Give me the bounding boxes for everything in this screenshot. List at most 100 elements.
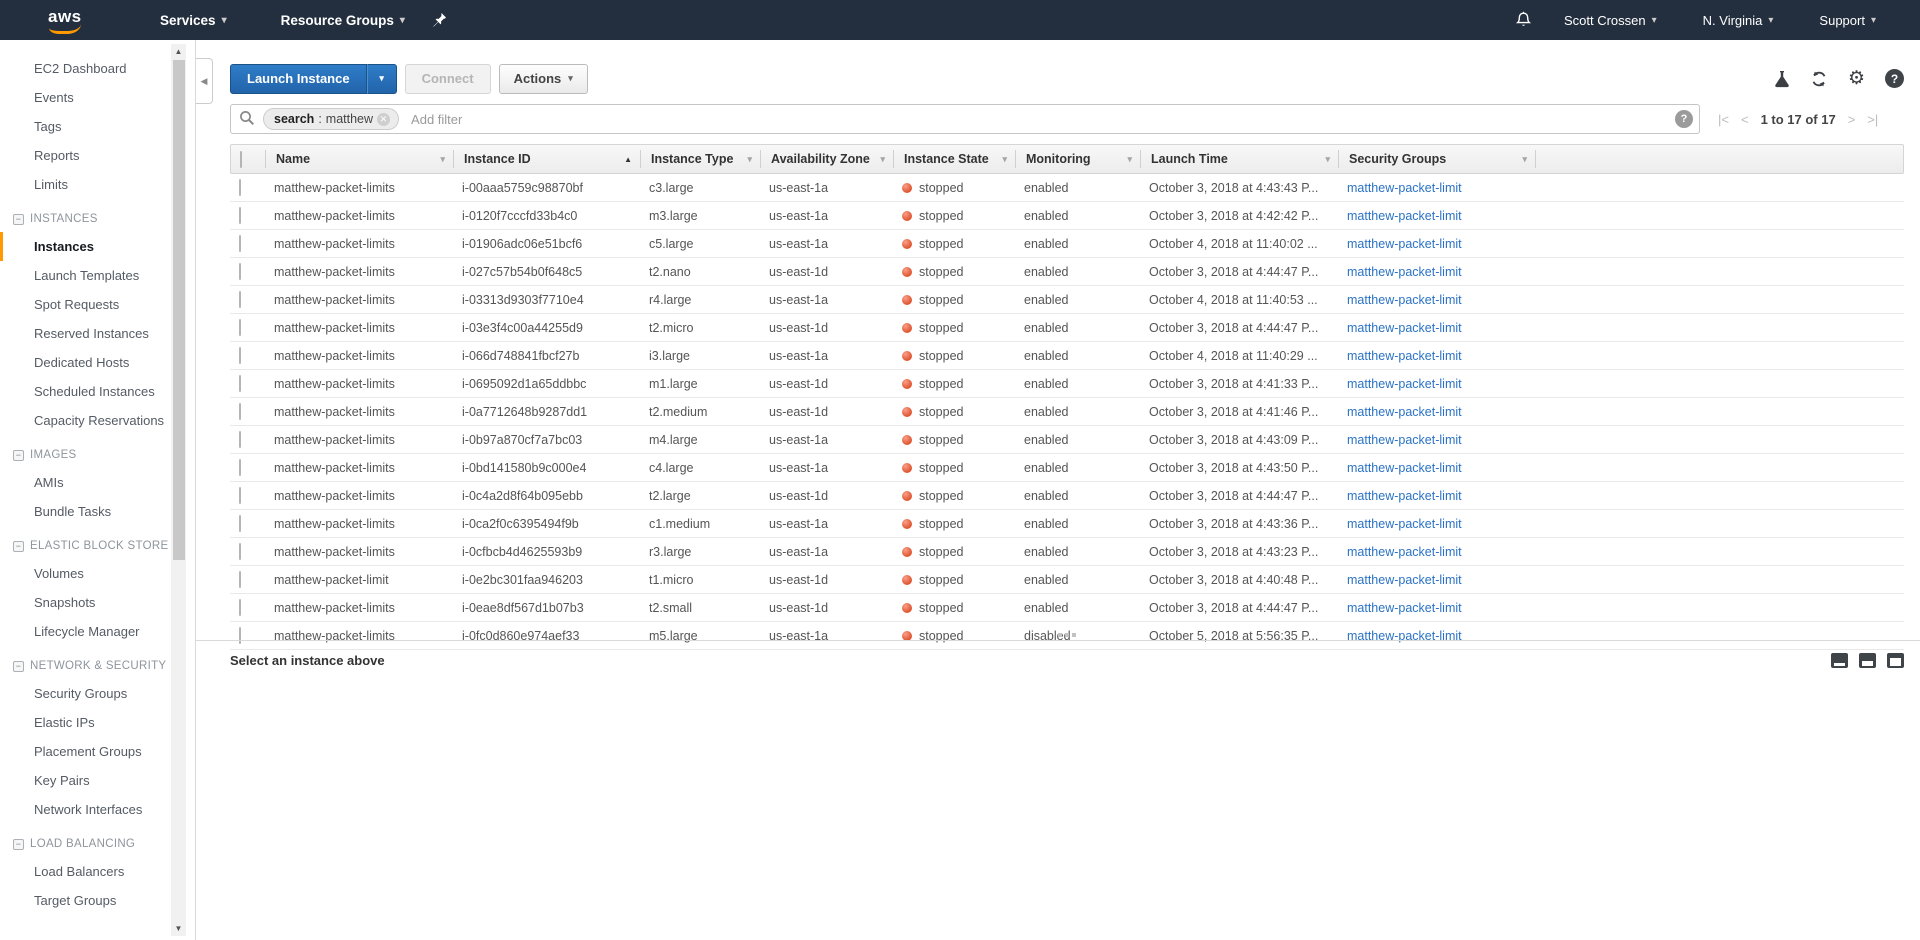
add-filter-input[interactable]: Add filter [411,112,1675,127]
sidebar-item-capacity-reservations[interactable]: Capacity Reservations [0,406,195,435]
sidebar-item-instances[interactable]: Instances [0,232,195,261]
column-header-security-groups[interactable]: Security Groups▾ [1338,150,1535,168]
refresh-icon[interactable] [1810,70,1828,88]
sidebar-item-scheduled-instances[interactable]: Scheduled Instances [0,377,195,406]
pane-resize-handle[interactable] [1058,633,1076,637]
nav-user-menu[interactable]: Scott Crossen ▾ [1550,0,1671,40]
row-checkbox[interactable] [239,599,241,616]
collapse-section-icon[interactable]: − [13,839,24,850]
sidebar-item-load-balancers[interactable]: Load Balancers [0,857,195,886]
security-group-link[interactable]: matthew-packet-limit [1347,377,1462,391]
sidebar-item-amis[interactable]: AMIs [0,468,195,497]
column-header-instance-state[interactable]: Instance State▾ [893,150,1015,168]
row-checkbox[interactable] [239,375,241,392]
security-group-link[interactable]: matthew-packet-limit [1347,405,1462,419]
sort-caret-icon[interactable]: ▾ [440,154,445,165]
filter-tag-search-matthew[interactable]: search : matthew ✕ [263,108,399,130]
security-group-link[interactable]: matthew-packet-limit [1347,461,1462,475]
table-row[interactable]: matthew-packet-limitsi-03313d9303f7710e4… [230,286,1904,314]
sort-caret-icon[interactable]: ▾ [1127,154,1132,165]
security-group-link[interactable]: matthew-packet-limit [1347,517,1462,531]
gear-icon[interactable]: ⚙ [1848,70,1865,88]
flask-icon[interactable] [1774,70,1790,88]
row-checkbox[interactable] [239,515,241,532]
sort-caret-icon[interactable]: ▾ [747,154,752,165]
sidebar-item-lifecycle-manager[interactable]: Lifecycle Manager [0,617,195,646]
table-row[interactable]: matthew-packet-limitsi-01906adc06e51bcf6… [230,230,1904,258]
sidebar-item-snapshots[interactable]: Snapshots [0,588,195,617]
row-checkbox[interactable] [239,235,241,252]
pagination-first-icon[interactable]: |< [1718,112,1729,127]
remove-filter-icon[interactable]: ✕ [377,113,390,126]
collapse-section-icon[interactable]: − [13,541,24,552]
table-row[interactable]: matthew-packet-limitsi-03e3f4c00a44255d9… [230,314,1904,342]
security-group-link[interactable]: matthew-packet-limit [1347,293,1462,307]
nav-resource-groups[interactable]: Resource Groups ▾ [267,0,419,40]
row-checkbox[interactable] [239,403,241,420]
sidebar-item-spot-requests[interactable]: Spot Requests [0,290,195,319]
pagination-next-icon[interactable]: > [1848,112,1856,127]
sidebar-collapse-handle[interactable]: ◀ [196,58,213,104]
table-row[interactable]: matthew-packet-limitsi-0c4a2d8f64b095ebb… [230,482,1904,510]
filter-help-icon[interactable]: ? [1675,110,1693,128]
sidebar-item-network-interfaces[interactable]: Network Interfaces [0,795,195,824]
bell-icon[interactable] [1515,11,1532,29]
sort-caret-icon[interactable]: ▾ [1002,154,1007,165]
sidebar-item-ec2-dashboard[interactable]: EC2 Dashboard [0,54,195,83]
sidebar-scrollbar[interactable]: ▲ ▼ [171,44,186,936]
column-header-availability-zone[interactable]: Availability Zone▾ [760,150,893,168]
column-header-launch-time[interactable]: Launch Time▾ [1140,150,1338,168]
sidebar-scrollbar-thumb[interactable] [173,60,185,560]
table-row[interactable]: matthew-packet-limitsi-0bd141580b9c000e4… [230,454,1904,482]
security-group-link[interactable]: matthew-packet-limit [1347,433,1462,447]
security-group-link[interactable]: matthew-packet-limit [1347,321,1462,335]
security-group-link[interactable]: matthew-packet-limit [1347,237,1462,251]
table-row[interactable]: matthew-packet-limitsi-0a7712648b9287dd1… [230,398,1904,426]
row-checkbox[interactable] [239,347,241,364]
table-row[interactable]: matthew-packet-limitsi-0cfbcb4d4625593b9… [230,538,1904,566]
sidebar-item-bundle-tasks[interactable]: Bundle Tasks [0,497,195,526]
table-row[interactable]: matthew-packet-limitsi-0695092d1a65ddbbc… [230,370,1904,398]
collapse-section-icon[interactable]: − [13,661,24,672]
row-checkbox[interactable] [239,207,241,224]
nav-region-menu[interactable]: N. Virginia ▾ [1689,0,1788,40]
table-row[interactable]: matthew-packet-limitsi-0120f7cccfd33b4c0… [230,202,1904,230]
nav-support-menu[interactable]: Support ▾ [1805,0,1890,40]
row-checkbox[interactable] [239,319,241,336]
table-row[interactable]: matthew-packet-limitsi-066d748841fbcf27b… [230,342,1904,370]
sidebar-item-target-groups[interactable]: Target Groups [0,886,195,915]
sidebar-item-tags[interactable]: Tags [0,112,195,141]
sidebar-item-elastic-ips[interactable]: Elastic IPs [0,708,195,737]
pane-large-icon[interactable] [1887,653,1904,668]
security-group-link[interactable]: matthew-packet-limit [1347,349,1462,363]
row-checkbox[interactable] [239,263,241,280]
sidebar-item-dedicated-hosts[interactable]: Dedicated Hosts [0,348,195,377]
select-all-checkbox[interactable] [240,151,242,168]
row-checkbox[interactable] [239,291,241,308]
sidebar-item-reports[interactable]: Reports [0,141,195,170]
aws-logo[interactable]: aws [48,7,88,33]
row-checkbox[interactable] [239,487,241,504]
table-row[interactable]: matthew-packet-limitsi-0eae8df567d1b07b3… [230,594,1904,622]
sidebar-item-placement-groups[interactable]: Placement Groups [0,737,195,766]
security-group-link[interactable]: matthew-packet-limit [1347,489,1462,503]
sort-caret-icon[interactable]: ▾ [880,154,885,165]
table-row[interactable]: matthew-packet-limitsi-0ca2f0c6395494f9b… [230,510,1904,538]
sort-caret-icon[interactable]: ▾ [1325,154,1330,165]
security-group-link[interactable]: matthew-packet-limit [1347,601,1462,615]
table-row[interactable]: matthew-packet-limitsi-0b97a870cf7a7bc03… [230,426,1904,454]
pane-small-icon[interactable] [1831,653,1848,668]
security-group-link[interactable]: matthew-packet-limit [1347,209,1462,223]
column-header-instance-type[interactable]: Instance Type▾ [640,150,760,168]
filter-search-box[interactable]: search : matthew ✕ Add filter ? [230,104,1700,134]
sidebar-item-events[interactable]: Events [0,83,195,112]
help-icon[interactable]: ? [1885,69,1904,88]
column-header-monitoring[interactable]: Monitoring▾ [1015,150,1140,168]
actions-button[interactable]: Actions ▾ [499,64,588,94]
security-group-link[interactable]: matthew-packet-limit [1347,545,1462,559]
row-checkbox[interactable] [239,543,241,560]
scrollbar-down-icon[interactable]: ▼ [171,921,186,936]
security-group-link[interactable]: matthew-packet-limit [1347,573,1462,587]
launch-instance-button[interactable]: Launch Instance [230,64,367,94]
sort-caret-icon[interactable]: ▾ [1522,154,1527,165]
